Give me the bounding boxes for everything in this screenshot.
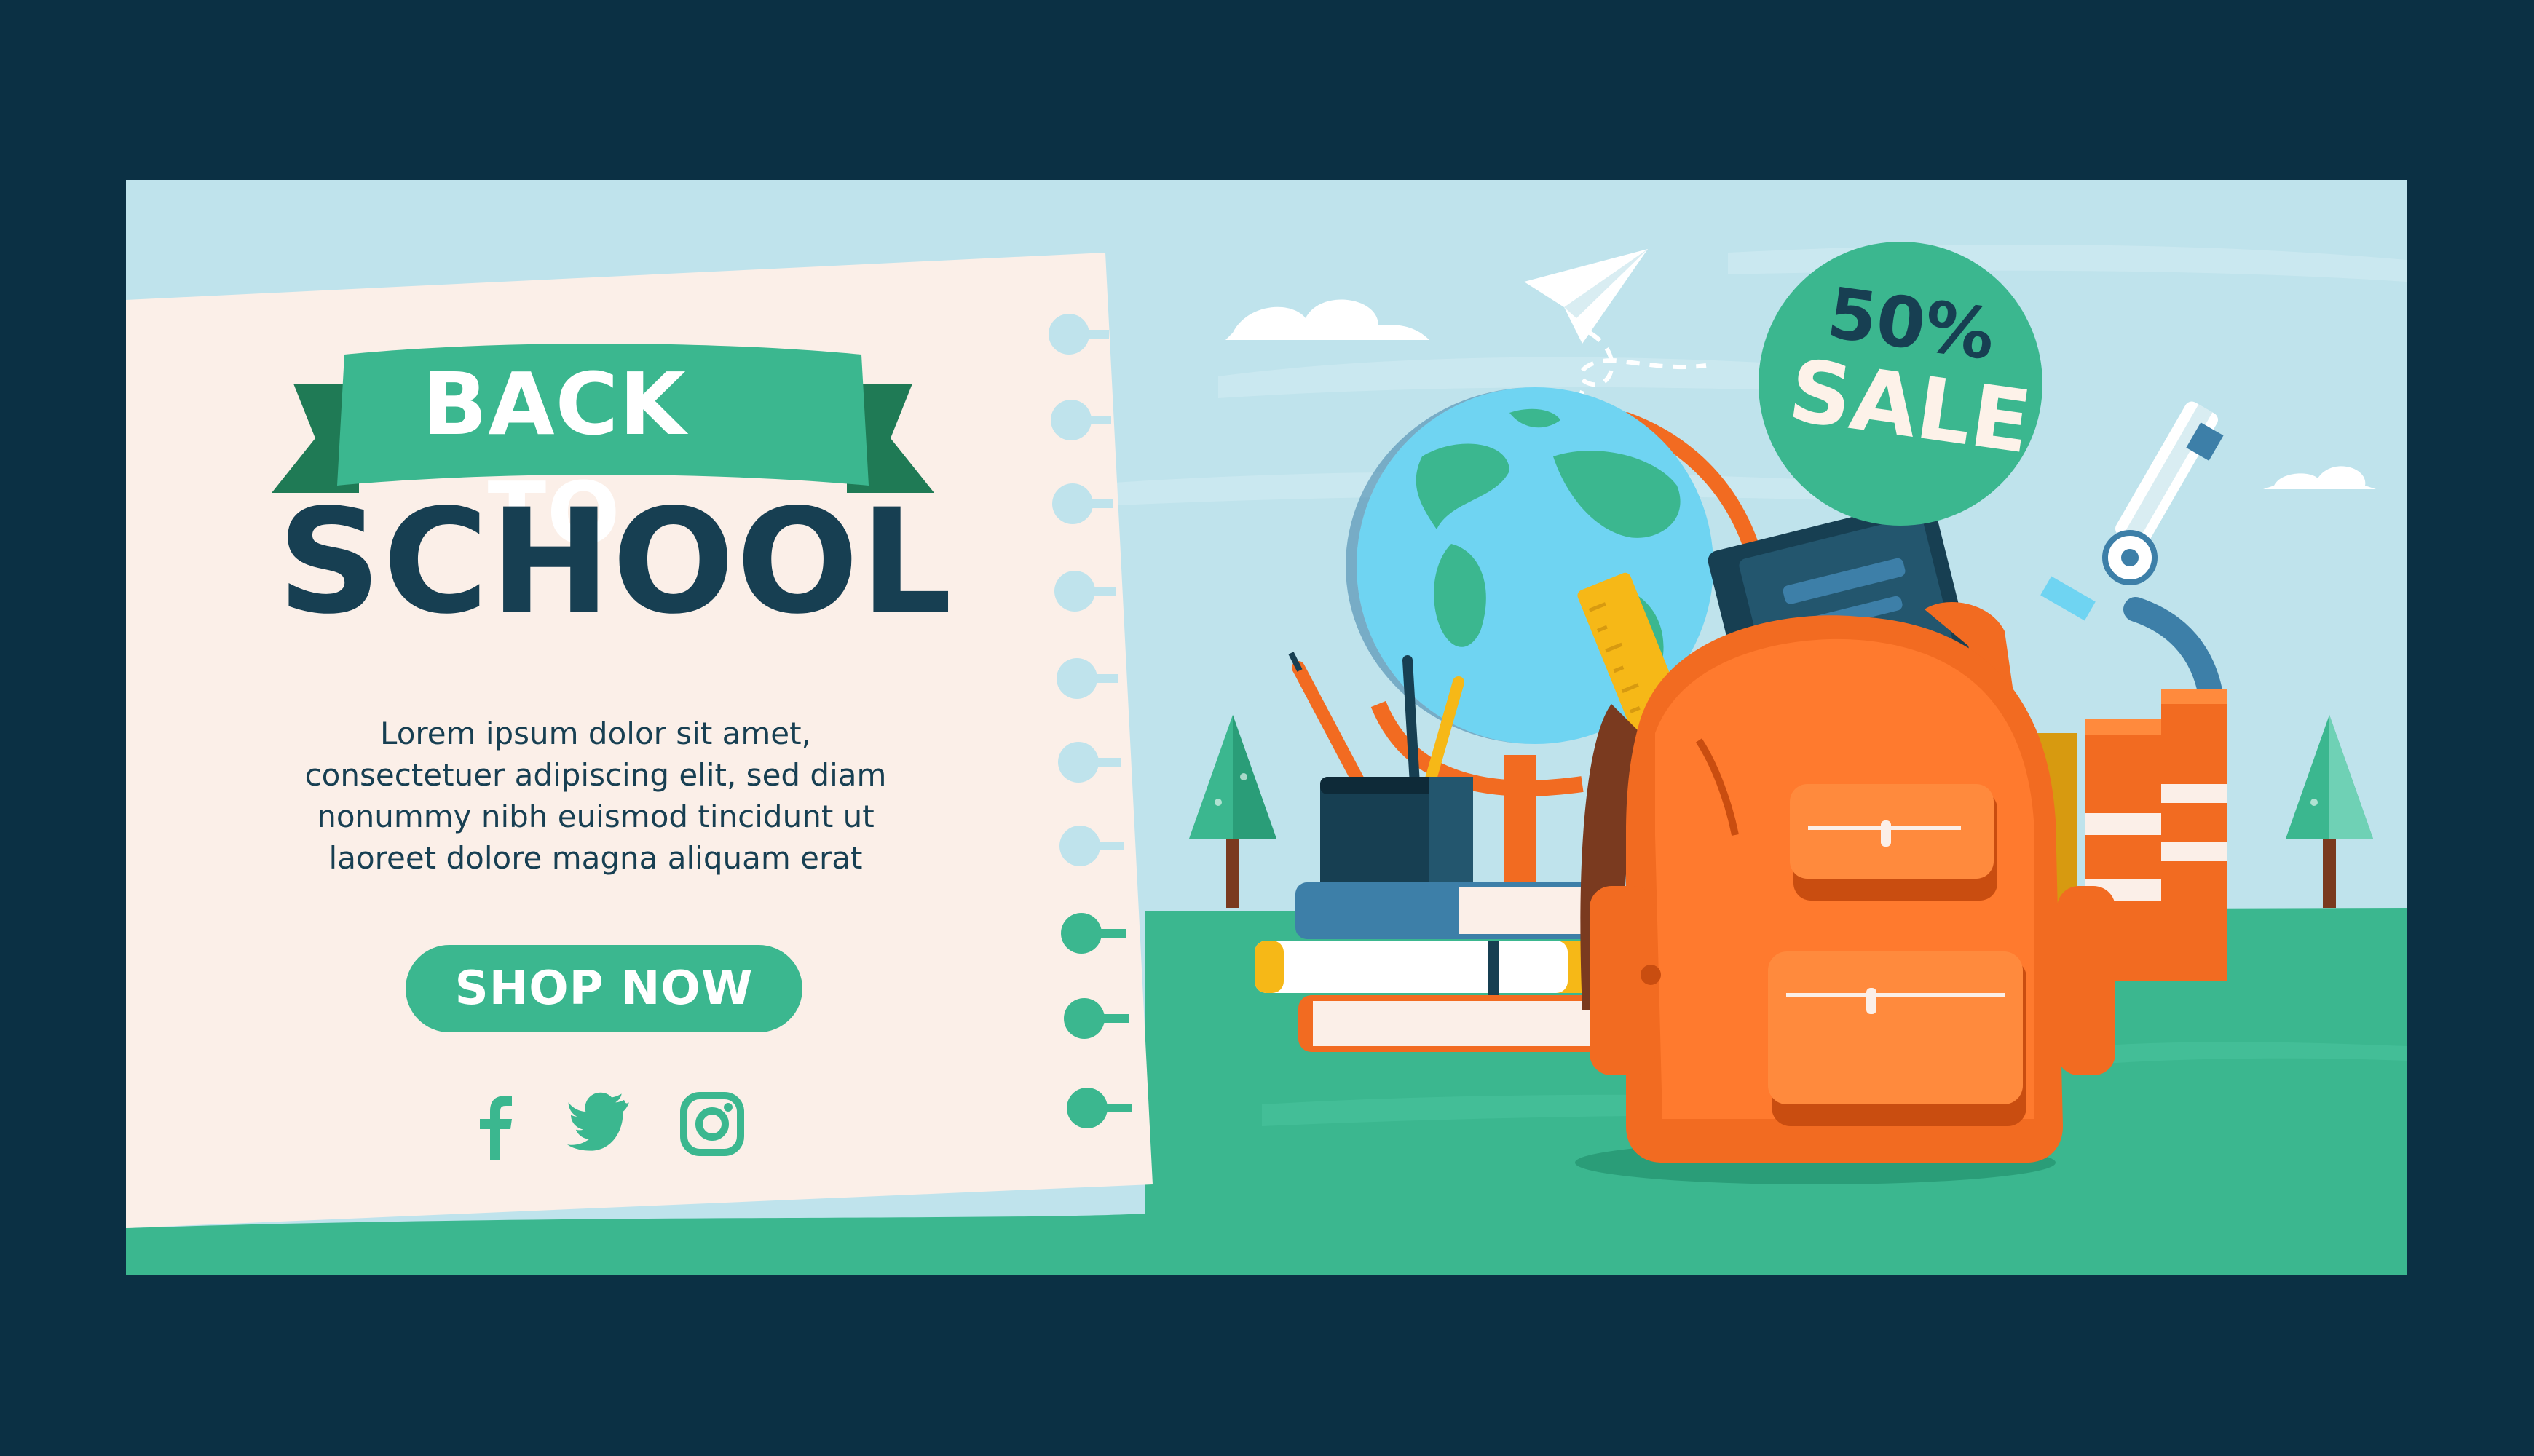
ribbon-title: BACK TO: [422, 354, 687, 563]
main-title: SCHOOL: [277, 478, 954, 646]
book-stack: [1255, 882, 1616, 1052]
body-text: Lorem ipsum dolor sit amet, consectetuer…: [272, 713, 920, 879]
body-line: Lorem ipsum dolor sit amet,: [380, 716, 811, 751]
body-line: laoreet dolore magna aliquam erat: [328, 840, 863, 876]
body-line: consectetuer adipiscing elit, sed diam: [304, 757, 887, 793]
shop-now-button[interactable]: SHOP NOW: [406, 945, 802, 1032]
sale-text: 50% SALE: [1772, 272, 2037, 473]
banner: BACK TO SCHOOL Lorem ipsum dolor sit ame…: [126, 180, 2407, 1275]
body-line: nonummy nibh euismod tincidunt ut: [317, 799, 875, 834]
